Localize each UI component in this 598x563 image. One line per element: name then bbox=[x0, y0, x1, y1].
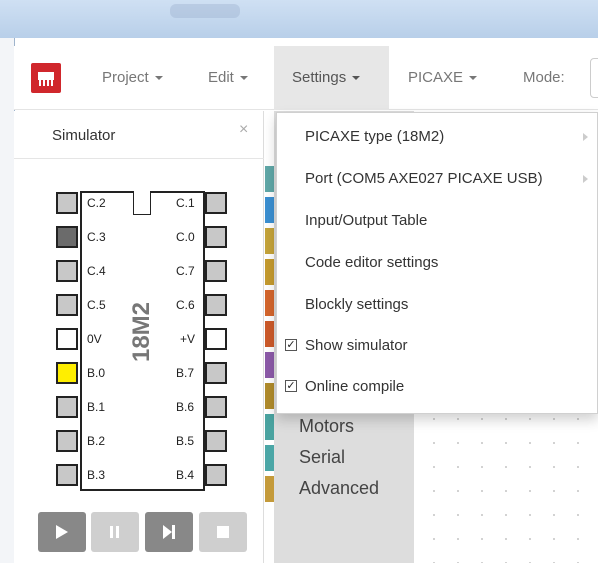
pin-b3-toggle[interactable] bbox=[56, 464, 78, 486]
pin-label: C.1 bbox=[176, 196, 195, 210]
window-titlebar bbox=[0, 0, 598, 38]
pin-c1-toggle[interactable] bbox=[205, 192, 227, 214]
pin-plusv-toggle[interactable] bbox=[205, 328, 227, 350]
pin-label: B.1 bbox=[87, 400, 106, 414]
close-icon[interactable]: × bbox=[239, 121, 248, 139]
menu-item-picaxe-type[interactable]: PICAXE type (18M2) bbox=[305, 128, 444, 145]
pin-b6-toggle[interactable] bbox=[205, 396, 227, 418]
pin-b1-toggle[interactable] bbox=[56, 396, 78, 418]
category-color-swatch bbox=[265, 197, 274, 223]
pin-b5-toggle[interactable] bbox=[205, 430, 227, 452]
pin-label: C.0 bbox=[176, 230, 195, 244]
pin-c6-toggle[interactable] bbox=[205, 294, 227, 316]
window-title-blur bbox=[170, 4, 240, 18]
chip-notch bbox=[133, 191, 151, 215]
category-serial[interactable]: Serial bbox=[299, 447, 345, 468]
simulator-title: Simulator bbox=[52, 127, 116, 144]
pin-c7-toggle[interactable] bbox=[205, 260, 227, 282]
category-color-swatch bbox=[265, 414, 274, 440]
category-color-swatch bbox=[265, 166, 274, 192]
pin-label: B.0 bbox=[87, 366, 106, 380]
pin-c3-toggle[interactable] bbox=[56, 226, 78, 248]
chip-name: 18M2 bbox=[128, 301, 155, 363]
pause-button[interactable] bbox=[91, 512, 139, 552]
category-color-swatch bbox=[265, 383, 274, 409]
pin-label: C.2 bbox=[87, 196, 106, 210]
pin-label: B.4 bbox=[176, 468, 195, 482]
pin-b0-toggle[interactable] bbox=[56, 362, 78, 384]
menu-item-code-editor-settings[interactable]: Code editor settings bbox=[305, 254, 438, 271]
pin-c2-toggle[interactable] bbox=[56, 192, 78, 214]
pin-label: C.3 bbox=[87, 230, 106, 244]
nav-project-label: Project bbox=[102, 69, 149, 86]
pin-label: C.5 bbox=[87, 298, 106, 312]
mode-label: Mode: bbox=[523, 69, 565, 86]
nav-settings-menu[interactable]: Settings bbox=[274, 46, 389, 110]
show-simulator-checkbox[interactable]: ✓ bbox=[285, 339, 297, 351]
menu-item-blockly-settings[interactable]: Blockly settings bbox=[305, 296, 408, 313]
pin-label: B.2 bbox=[87, 434, 106, 448]
submenu-arrow-icon bbox=[583, 175, 588, 183]
menu-item-online-compile[interactable]: Online compile bbox=[305, 378, 404, 395]
category-color-swatch bbox=[265, 228, 274, 254]
pin-c0-toggle[interactable] bbox=[205, 226, 227, 248]
category-advanced[interactable]: Advanced bbox=[299, 478, 379, 499]
category-color-swatch bbox=[265, 321, 274, 347]
pin-0v-toggle[interactable] bbox=[56, 328, 78, 350]
nav-picaxe-menu[interactable]: PICAXE bbox=[408, 46, 478, 110]
pin-label: C.6 bbox=[176, 298, 195, 312]
category-color-swatch bbox=[265, 476, 274, 502]
nav-picaxe-label: PICAXE bbox=[408, 69, 464, 86]
pause-icon bbox=[110, 526, 119, 538]
pin-c5-toggle[interactable] bbox=[56, 294, 78, 316]
pin-label: 0V bbox=[87, 332, 102, 346]
category-color-swatch bbox=[265, 352, 274, 378]
chevron-down-icon bbox=[239, 76, 248, 81]
pin-label: B.5 bbox=[176, 434, 195, 448]
submenu-arrow-icon bbox=[583, 133, 588, 141]
nav-edit-menu[interactable]: Edit bbox=[208, 46, 248, 110]
mode-select[interactable] bbox=[590, 58, 598, 98]
chevron-down-icon bbox=[154, 76, 163, 81]
menu-item-port[interactable]: Port (COM5 AXE027 PICAXE USB) bbox=[305, 170, 543, 187]
chevron-down-icon bbox=[352, 76, 361, 81]
stop-button[interactable] bbox=[199, 512, 247, 552]
pin-label: B.7 bbox=[176, 366, 195, 380]
pin-label: B.3 bbox=[87, 468, 106, 482]
stop-icon bbox=[217, 526, 229, 538]
run-icon bbox=[56, 525, 68, 539]
nav-project-menu[interactable]: Project bbox=[102, 46, 163, 110]
category-color-swatch bbox=[265, 445, 274, 471]
pin-b7-toggle[interactable] bbox=[205, 362, 227, 384]
nav-edit-label: Edit bbox=[208, 69, 234, 86]
run-button[interactable] bbox=[38, 512, 86, 552]
step-button[interactable] bbox=[145, 512, 193, 552]
pin-label: C.7 bbox=[176, 264, 195, 278]
nav-settings-label: Settings bbox=[292, 69, 347, 86]
step-icon bbox=[163, 525, 175, 539]
pin-label: B.6 bbox=[176, 400, 195, 414]
picaxe-logo-icon[interactable] bbox=[31, 63, 61, 93]
category-color-swatch bbox=[265, 290, 274, 316]
chevron-down-icon bbox=[469, 76, 478, 81]
pin-b4-toggle[interactable] bbox=[205, 464, 227, 486]
category-motors[interactable]: Motors bbox=[299, 416, 354, 437]
menu-item-show-simulator[interactable]: Show simulator bbox=[305, 337, 408, 354]
pin-label: C.4 bbox=[87, 264, 106, 278]
category-color-swatch bbox=[265, 259, 274, 285]
menu-item-io-table[interactable]: Input/Output Table bbox=[305, 212, 427, 229]
pin-c4-toggle[interactable] bbox=[56, 260, 78, 282]
online-compile-checkbox[interactable]: ✓ bbox=[285, 380, 297, 392]
pin-b2-toggle[interactable] bbox=[56, 430, 78, 452]
pin-label: +V bbox=[180, 332, 196, 346]
